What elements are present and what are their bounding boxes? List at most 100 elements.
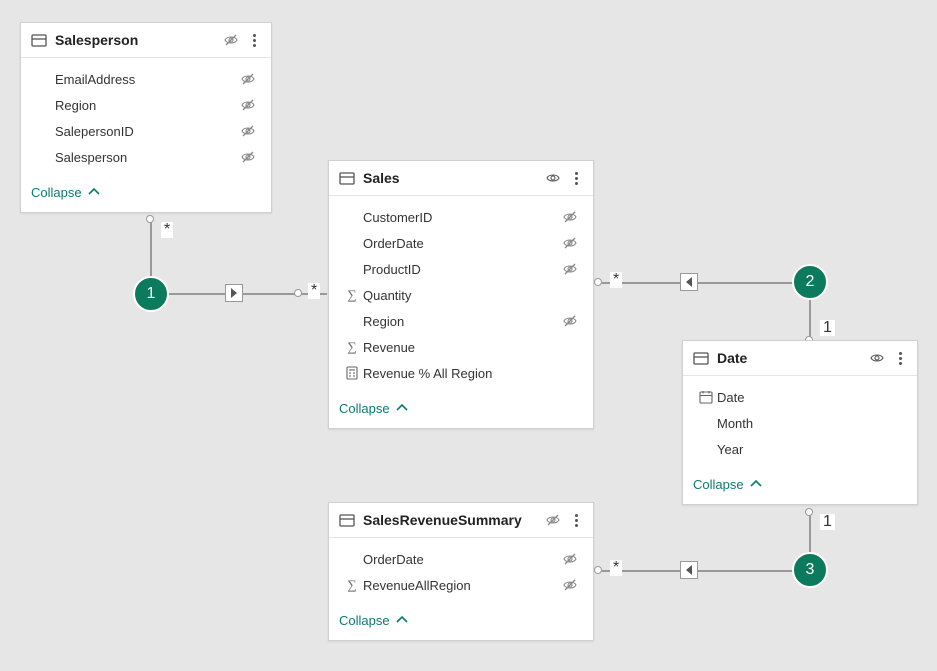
cardinality-label: * — [308, 283, 320, 299]
field-label: Salesperson — [55, 150, 237, 165]
chevron-up-icon — [394, 400, 410, 416]
eye-off-icon[interactable] — [237, 123, 259, 139]
relation-endpoint — [594, 566, 602, 574]
cardinality-label: * — [610, 272, 622, 288]
table-header[interactable]: Date — [683, 341, 917, 376]
field-list: CustomerID OrderDate ProductID ∑ Quantit… — [329, 196, 593, 390]
field-label: CustomerID — [363, 210, 559, 225]
cardinality-label: 1 — [820, 320, 835, 336]
cardinality-label: 1 — [820, 514, 835, 530]
eye-icon[interactable] — [545, 170, 561, 186]
collapse-label: Collapse — [31, 185, 82, 200]
field-label: Region — [363, 314, 559, 329]
field-label: OrderDate — [363, 552, 559, 567]
table-icon — [693, 350, 709, 366]
field-row[interactable]: OrderDate — [335, 546, 587, 572]
field-label: Year — [717, 442, 883, 457]
collapse-button[interactable]: Collapse — [21, 174, 271, 212]
field-list: EmailAddress Region SalepersonID Salespe… — [21, 58, 271, 174]
field-label: Revenue — [363, 340, 559, 355]
field-label: RevenueAllRegion — [363, 578, 559, 593]
chevron-up-icon — [86, 184, 102, 200]
cardinality-label: * — [161, 222, 173, 238]
sigma-icon: ∑ — [341, 577, 363, 593]
eye-off-icon[interactable] — [237, 97, 259, 113]
more-options-button[interactable] — [569, 169, 583, 187]
table-sales[interactable]: Sales CustomerID OrderDate ProductID ∑ — [328, 160, 594, 429]
field-row[interactable]: CustomerID — [335, 204, 587, 230]
table-header[interactable]: SalesRevenueSummary — [329, 503, 593, 538]
sigma-icon: ∑ — [341, 287, 363, 303]
field-row[interactable]: SalepersonID — [27, 118, 265, 144]
relation-direction-arrow — [225, 284, 243, 302]
relation-line — [596, 282, 810, 284]
table-title: Date — [717, 350, 861, 366]
eye-icon[interactable] — [869, 350, 885, 366]
table-date[interactable]: Date Date Month Year Collapse — [682, 340, 918, 505]
eye-off-icon[interactable] — [545, 512, 561, 528]
table-icon — [339, 512, 355, 528]
table-title: Sales — [363, 170, 537, 186]
eye-off-icon[interactable] — [559, 577, 581, 593]
field-label: Date — [717, 390, 883, 405]
field-row[interactable]: Date — [689, 384, 911, 410]
field-label: ProductID — [363, 262, 559, 277]
relation-endpoint — [805, 508, 813, 516]
collapse-label: Collapse — [693, 477, 744, 492]
eye-off-icon[interactable] — [223, 32, 239, 48]
field-row[interactable]: EmailAddress — [27, 66, 265, 92]
eye-off-icon[interactable] — [559, 235, 581, 251]
relation-line — [596, 570, 810, 572]
chevron-up-icon — [394, 612, 410, 628]
table-header[interactable]: Sales — [329, 161, 593, 196]
field-row[interactable]: OrderDate — [335, 230, 587, 256]
table-header[interactable]: Salesperson — [21, 23, 271, 58]
callout-3: 3 — [792, 552, 828, 588]
callout-1: 1 — [133, 276, 169, 312]
more-options-button[interactable] — [893, 349, 907, 367]
field-label: SalepersonID — [55, 124, 237, 139]
calculator-icon — [341, 365, 363, 381]
eye-off-icon[interactable] — [559, 313, 581, 329]
field-row[interactable]: ∑ Revenue — [335, 334, 587, 360]
eye-off-icon[interactable] — [559, 551, 581, 567]
field-row[interactable]: Month — [689, 410, 911, 436]
field-label: Month — [717, 416, 883, 431]
more-options-button[interactable] — [247, 31, 261, 49]
field-label: Quantity — [363, 288, 559, 303]
relation-direction-arrow — [680, 561, 698, 579]
field-row[interactable]: Revenue % All Region — [335, 360, 587, 386]
field-label: Revenue % All Region — [363, 366, 559, 381]
table-title: SalesRevenueSummary — [363, 512, 537, 528]
eye-off-icon[interactable] — [559, 261, 581, 277]
collapse-button[interactable]: Collapse — [329, 390, 593, 428]
relation-endpoint — [594, 278, 602, 286]
diagram-canvas[interactable]: * * * 1 1 * Salesperson EmailAddress — [0, 0, 937, 671]
eye-off-icon[interactable] — [237, 71, 259, 87]
collapse-label: Collapse — [339, 401, 390, 416]
field-label: EmailAddress — [55, 72, 237, 87]
table-title: Salesperson — [55, 32, 215, 48]
collapse-button[interactable]: Collapse — [683, 466, 917, 504]
eye-off-icon[interactable] — [559, 209, 581, 225]
callout-2: 2 — [792, 264, 828, 300]
table-icon — [339, 170, 355, 186]
more-options-button[interactable] — [569, 511, 583, 529]
field-row[interactable]: Region — [27, 92, 265, 118]
field-row[interactable]: ProductID — [335, 256, 587, 282]
field-row[interactable]: ∑ Quantity — [335, 282, 587, 308]
sigma-icon: ∑ — [341, 339, 363, 355]
field-row[interactable]: Year — [689, 436, 911, 462]
field-row[interactable]: Region — [335, 308, 587, 334]
relation-endpoint — [146, 215, 154, 223]
cardinality-label: * — [610, 560, 622, 576]
table-salesrevenuesummary[interactable]: SalesRevenueSummary OrderDate ∑ RevenueA… — [328, 502, 594, 641]
field-row[interactable]: Salesperson — [27, 144, 265, 170]
eye-off-icon[interactable] — [237, 149, 259, 165]
field-row[interactable]: ∑ RevenueAllRegion — [335, 572, 587, 598]
field-list: Date Month Year — [683, 376, 917, 466]
collapse-button[interactable]: Collapse — [329, 602, 593, 640]
date-icon — [695, 389, 717, 405]
field-label: Region — [55, 98, 237, 113]
table-salesperson[interactable]: Salesperson EmailAddress Region Salepers… — [20, 22, 272, 213]
